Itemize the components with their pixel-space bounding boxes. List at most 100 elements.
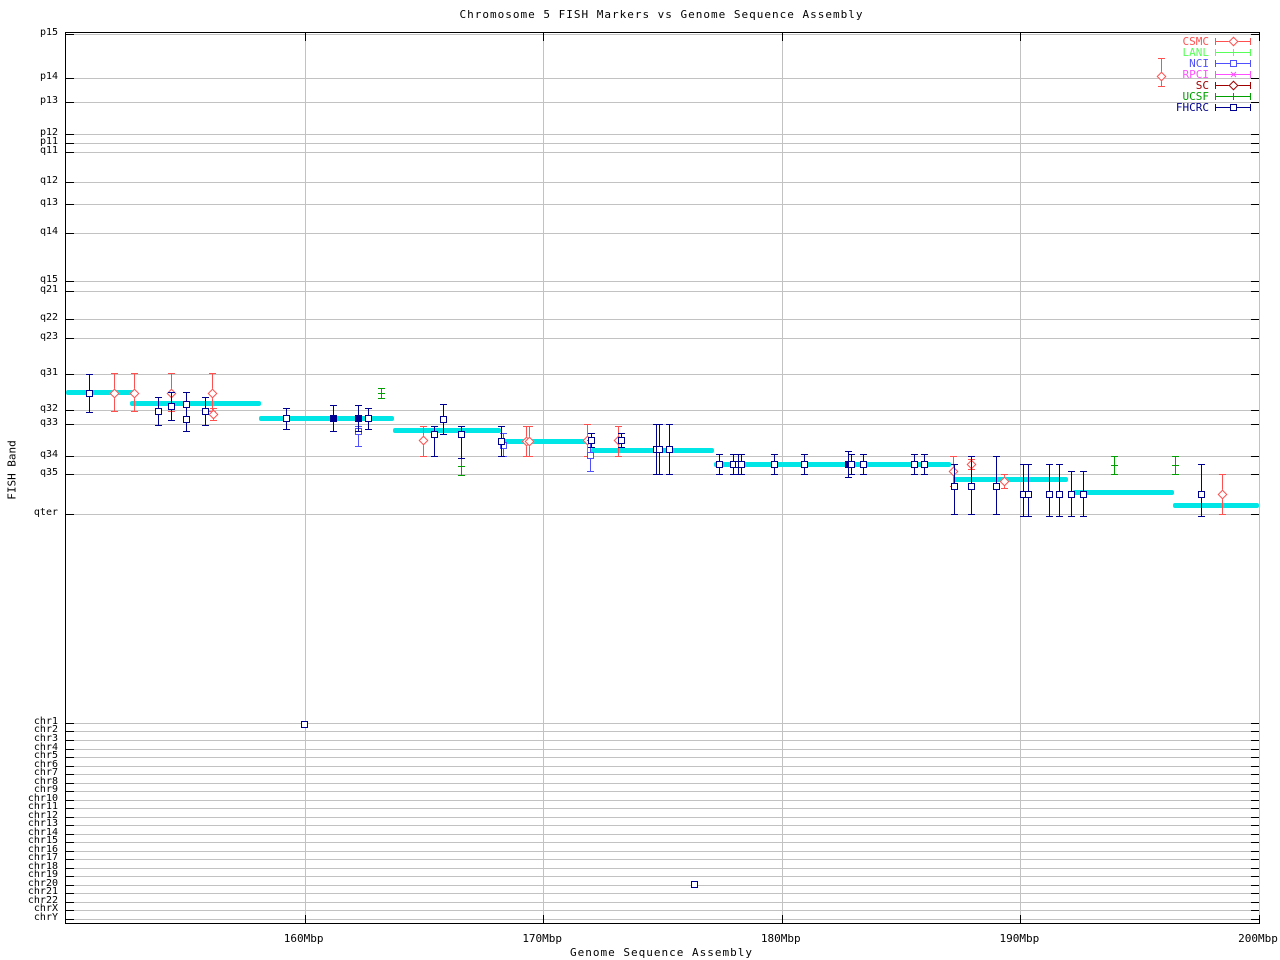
data-point-fhcrc (951, 483, 959, 490)
error-bar-cap (993, 513, 1001, 515)
data-point-fhcrc (910, 461, 918, 469)
y-tick (66, 291, 74, 292)
error-bar-cap (282, 407, 290, 409)
x-tick (304, 915, 306, 923)
y-tick-label: q22 (39, 311, 58, 323)
error-bar-cap (131, 410, 138, 412)
y-tick (1251, 825, 1259, 827)
legend-marker-fhcrc (1230, 104, 1237, 111)
y-tick-label: chrY (33, 911, 58, 923)
y-gridline (66, 825, 1259, 827)
y-tick (1251, 867, 1259, 869)
y-tick (66, 740, 74, 742)
y-tick (66, 867, 74, 869)
y-gridline (66, 143, 1259, 144)
fish-band-bar (1073, 489, 1175, 495)
error-bar (1028, 464, 1030, 516)
y-tick (1251, 816, 1259, 818)
y-gridline (66, 181, 1259, 183)
y-tick-label: q11 (39, 144, 58, 156)
data-point-fhcrc (430, 431, 438, 439)
error-bar-cap (587, 447, 595, 449)
y-tick (1251, 731, 1259, 733)
error-bar-cap (355, 445, 363, 447)
y-tick (66, 101, 74, 103)
y-tick-label: qter (33, 506, 58, 518)
y-tick-label: q32 (39, 403, 58, 414)
y-tick (66, 473, 74, 475)
y-tick-label: q31 (39, 366, 58, 378)
legend-sample-cap (1250, 82, 1251, 89)
y-tick (1251, 876, 1259, 878)
y-tick (66, 825, 74, 827)
error-bar-cap (155, 424, 163, 426)
error-bar-cap (439, 404, 447, 406)
data-point-fhcrc (716, 461, 724, 469)
data-point-fhcrc (202, 407, 210, 415)
y-tick (66, 78, 74, 80)
y-gridline (66, 850, 1259, 852)
y-gridline (66, 782, 1259, 784)
y-tick (66, 151, 74, 153)
y-gridline (66, 765, 1259, 767)
data-point-fhcrc (737, 461, 745, 469)
error-bar-cap (525, 455, 533, 457)
y-tick (1251, 410, 1259, 411)
y-tick (66, 410, 74, 411)
y-tick (66, 765, 74, 767)
data-point-csmc (1156, 71, 1167, 82)
error-bar-cap (329, 405, 337, 407)
y-gridline (66, 867, 1259, 869)
y-tick (1251, 740, 1259, 742)
legend-marker-sc (1228, 80, 1239, 91)
data-point-fhcrc (993, 483, 1001, 490)
y-tick-label: p15 (39, 26, 58, 38)
data-point-fhcrc (1080, 491, 1088, 499)
y-tick (66, 134, 74, 135)
error-bar-cap (457, 474, 465, 476)
y-tick (1251, 373, 1259, 375)
legend-sample-cap (1215, 93, 1216, 100)
data-point-fhcrc (1056, 491, 1064, 499)
y-gridline (66, 78, 1259, 80)
error-bar-cap (847, 473, 855, 475)
error-bar-cap (1046, 464, 1054, 466)
y-tick (1251, 423, 1259, 425)
y-tick (1251, 884, 1259, 886)
y-tick (1251, 33, 1259, 35)
y-gridline (66, 151, 1259, 153)
legend-sample-cap (1250, 93, 1251, 100)
x-gridline (781, 33, 783, 923)
error-bar-cap (1110, 455, 1118, 457)
error-bar-cap (800, 473, 808, 475)
error-bar-cap (1080, 516, 1088, 517)
legend-sample (1215, 48, 1251, 57)
data-point-fhcrc (355, 415, 363, 422)
y-tick (66, 859, 74, 861)
legend-sample-cap (1215, 49, 1216, 56)
legend-marker-csmc (1228, 36, 1239, 47)
legend-sample-cap (1215, 104, 1216, 111)
y-gridline (66, 901, 1259, 903)
y-gridline (66, 232, 1259, 234)
y-tick (66, 373, 74, 375)
error-bar-cap (1046, 516, 1054, 517)
error-bar-cap (716, 473, 724, 475)
legend-sample-cap (1215, 71, 1216, 78)
error-bar (1201, 464, 1203, 516)
y-tick (1251, 782, 1259, 784)
error-bar-cap (1172, 455, 1179, 457)
x-tick (1020, 915, 1022, 923)
error-bar-cap (993, 455, 1001, 457)
x-axis-title: Genome Sequence Assembly (570, 946, 753, 959)
data-point-fhcrc (85, 390, 93, 397)
x-tick (781, 33, 783, 41)
y-tick (1251, 893, 1259, 895)
y-tick-label: p13 (39, 94, 58, 106)
error-bar-cap (859, 473, 867, 475)
y-gridline (66, 410, 1259, 411)
data-point-fhcrc (847, 461, 855, 469)
error-bar-cap (951, 464, 959, 466)
y-tick (1251, 455, 1259, 457)
data-point-fhcrc (800, 461, 808, 469)
